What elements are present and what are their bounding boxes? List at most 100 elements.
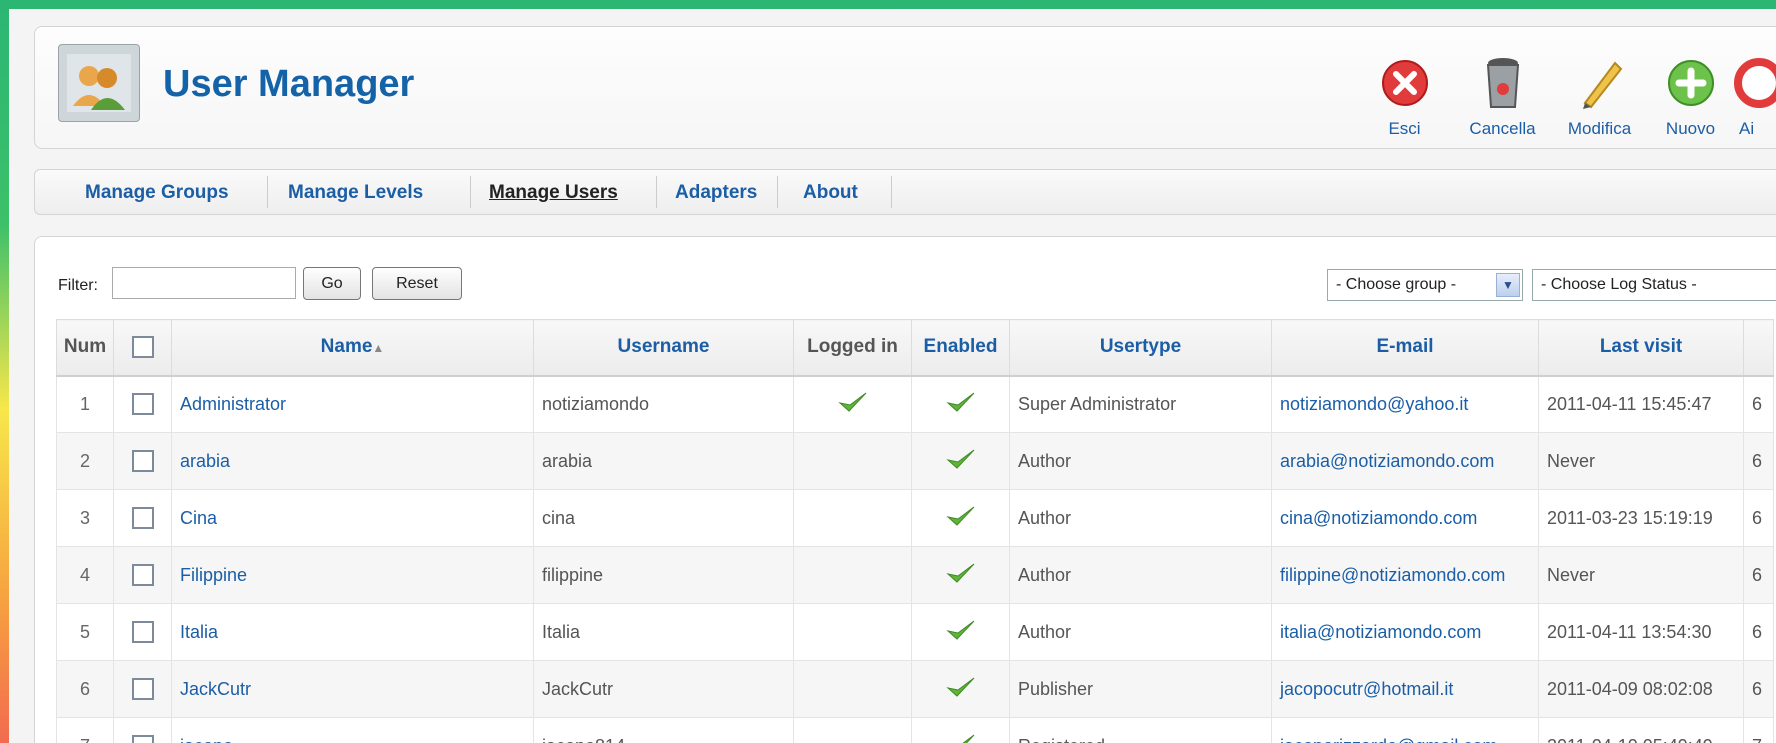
logged-in-cell <box>793 546 912 604</box>
app-frame: User Manager Esci Cancella Modifica Nuov… <box>9 9 1776 743</box>
column-header-usertype[interactable]: Usertype <box>1009 319 1272 377</box>
new-button[interactable]: Nuovo <box>1643 57 1738 139</box>
logged-in-cell <box>793 660 912 718</box>
email-link[interactable]: filippine@notiziamondo.com <box>1271 546 1539 604</box>
check-icon <box>945 677 976 703</box>
row-num: 4 <box>56 546 114 604</box>
column-header-name[interactable]: Name▲ <box>171 319 534 377</box>
email-link[interactable]: notiziamondo@yahoo.it <box>1271 375 1539 433</box>
check-icon <box>837 392 868 418</box>
email-link[interactable]: jacoporizzardo@gmail.com <box>1271 717 1539 743</box>
column-header-email[interactable]: E-mail <box>1271 319 1539 377</box>
help-button[interactable]: Ai <box>1733 57 1776 139</box>
row-num: 1 <box>56 375 114 433</box>
username-cell: JackCutr <box>533 660 794 718</box>
select-all-checkbox[interactable] <box>113 319 172 377</box>
email-link[interactable]: arabia@notiziamondo.com <box>1271 432 1539 490</box>
enabled-toggle[interactable] <box>911 375 1010 433</box>
edit-label: Modifica <box>1567 119 1632 138</box>
username-cell: arabia <box>533 432 794 490</box>
chevron-down-icon: ▼ <box>1496 273 1520 297</box>
pencil-icon <box>1574 57 1626 109</box>
row-checkbox[interactable] <box>113 660 172 718</box>
row-num: 3 <box>56 489 114 547</box>
id-cell: 6 <box>1743 660 1774 718</box>
usertype-cell: Author <box>1009 603 1272 661</box>
email-link[interactable]: jacopocutr@hotmail.it <box>1271 660 1539 718</box>
edit-button[interactable]: Modifica <box>1552 57 1647 139</box>
reset-button[interactable]: Reset <box>372 267 462 300</box>
exit-button[interactable]: Esci <box>1357 57 1452 139</box>
enabled-toggle[interactable] <box>911 432 1010 490</box>
check-icon <box>946 734 976 743</box>
row-checkbox[interactable] <box>113 375 172 433</box>
enabled-toggle[interactable] <box>911 546 1010 604</box>
last-visit-cell: Never <box>1538 546 1744 604</box>
plus-icon <box>1665 57 1717 109</box>
usertype-cell: Registered <box>1009 717 1272 743</box>
group-select-value: - Choose group - <box>1336 276 1457 293</box>
row-checkbox[interactable] <box>113 603 172 661</box>
column-header-enabled[interactable]: Enabled <box>911 319 1010 377</box>
id-cell: 6 <box>1743 375 1774 433</box>
id-cell: 7 <box>1743 717 1774 743</box>
row-checkbox[interactable] <box>113 432 172 490</box>
logged-in-cell <box>793 375 912 433</box>
user-name-link[interactable]: Cina <box>171 489 534 547</box>
last-visit-cell: Never <box>1538 432 1744 490</box>
sort-ascending-icon: ▲ <box>372 341 385 356</box>
tab-divider <box>267 176 268 208</box>
enabled-toggle[interactable] <box>911 660 1010 718</box>
user-name-link[interactable]: arabia <box>171 432 534 490</box>
go-button[interactable]: Go <box>303 267 361 300</box>
usertype-cell: Publisher <box>1009 660 1272 718</box>
user-name-link[interactable]: jacopo <box>171 717 534 743</box>
filter-input[interactable] <box>112 267 296 299</box>
enabled-toggle[interactable] <box>911 489 1010 547</box>
group-select[interactable]: - Choose group - ▼ <box>1327 269 1523 301</box>
delete-button[interactable]: Cancella <box>1455 57 1550 139</box>
username-cell: cina <box>533 489 794 547</box>
check-icon <box>945 620 976 646</box>
user-name-link[interactable]: JackCutr <box>171 660 534 718</box>
trash-icon <box>1477 57 1529 109</box>
row-checkbox[interactable] <box>113 546 172 604</box>
tab-adapters[interactable]: Adapters <box>675 182 757 204</box>
table-row: 1 Administrator notiziamondo Super Administ… <box>56 375 1774 433</box>
id-cell: 6 <box>1743 432 1774 490</box>
id-cell: 6 <box>1743 489 1774 547</box>
tab-manage-users[interactable]: Manage Users <box>489 182 618 204</box>
filter-label: Filter: <box>58 277 98 294</box>
log-status-select[interactable]: - Choose Log Status - <box>1532 269 1776 301</box>
enabled-toggle[interactable] <box>911 717 1010 743</box>
username-cell: filippine <box>533 546 794 604</box>
tab-about[interactable]: About <box>803 182 858 204</box>
tab-manage-groups[interactable]: Manage Groups <box>85 182 229 204</box>
enabled-toggle[interactable] <box>911 603 1010 661</box>
tab-divider <box>470 176 471 208</box>
row-num: 7 <box>56 717 114 743</box>
usertype-cell: Author <box>1009 546 1272 604</box>
user-name-link[interactable]: Filippine <box>171 546 534 604</box>
logged-in-cell <box>793 432 912 490</box>
check-icon <box>945 449 976 475</box>
email-link[interactable]: cina@notiziamondo.com <box>1271 489 1539 547</box>
id-cell: 6 <box>1743 546 1774 604</box>
table-row: 2 arabia arabia Author arabia@notiziamondo.c… <box>56 432 1774 490</box>
email-link[interactable]: italia@notiziamondo.com <box>1271 603 1539 661</box>
user-manager-logo-icon <box>58 44 140 122</box>
row-checkbox[interactable] <box>113 489 172 547</box>
row-num: 2 <box>56 432 114 490</box>
column-header-username[interactable]: Username <box>533 319 794 377</box>
table-row: 7 jacopojacopo814 Registeredjacoporizzardo… <box>56 717 1774 743</box>
tab-divider <box>891 176 892 208</box>
user-name-link[interactable]: Administrator <box>171 375 534 433</box>
column-header-last-visit[interactable]: Last visit <box>1538 319 1744 377</box>
tab-manage-levels[interactable]: Manage Levels <box>288 182 423 204</box>
tab-divider <box>777 176 778 208</box>
user-name-link[interactable]: Italia <box>171 603 534 661</box>
column-header-num: Num <box>56 319 114 377</box>
row-checkbox[interactable] <box>113 717 172 743</box>
help-icon <box>1733 57 1776 109</box>
exit-label: Esci <box>1388 119 1421 138</box>
